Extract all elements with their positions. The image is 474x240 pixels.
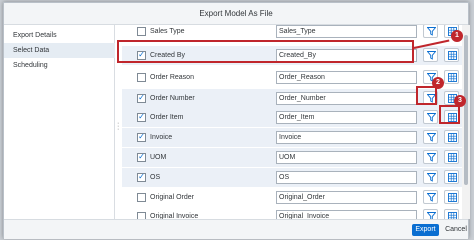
filter-button[interactable] bbox=[423, 170, 438, 184]
field-label: Original Order bbox=[150, 194, 194, 201]
field-row: ✓ Order Item Order_Item bbox=[122, 108, 462, 127]
filter-icon bbox=[427, 113, 436, 122]
filter-icon bbox=[427, 153, 436, 162]
field-label: Order Number bbox=[150, 95, 195, 102]
checkmark-icon: ✓ bbox=[138, 93, 145, 102]
field-label: UOM bbox=[150, 154, 167, 161]
table-view-button[interactable] bbox=[444, 130, 459, 144]
field-checkbox[interactable]: ✓ bbox=[137, 132, 146, 142]
field-label: Original Invoice bbox=[150, 213, 199, 219]
filter-icon bbox=[427, 212, 436, 219]
field-name-input[interactable]: Order_Item bbox=[276, 111, 417, 124]
field-row: ✓ OS OS bbox=[122, 168, 462, 187]
checkmark-icon: ✓ bbox=[138, 152, 145, 161]
vertical-scrollbar[interactable] bbox=[462, 25, 470, 219]
scroll-thumb[interactable] bbox=[464, 35, 468, 185]
table-view-button[interactable] bbox=[444, 170, 459, 184]
field-name-input[interactable]: Sales_Type bbox=[276, 25, 417, 38]
callout-badge-1: 1 bbox=[451, 30, 463, 42]
field-checkbox[interactable] bbox=[137, 73, 146, 82]
nav-item-select-data[interactable]: Select Data bbox=[4, 43, 115, 58]
field-checkbox[interactable] bbox=[137, 27, 146, 36]
filter-icon bbox=[427, 193, 436, 202]
filter-button[interactable] bbox=[423, 110, 438, 124]
splitter-grip-icon[interactable]: · · · bbox=[117, 120, 120, 133]
filter-button[interactable] bbox=[423, 150, 438, 164]
filter-icon bbox=[427, 133, 436, 142]
dialog-header: Export Model As File bbox=[4, 3, 468, 25]
table-view-button[interactable] bbox=[444, 70, 459, 84]
table-icon bbox=[448, 212, 457, 219]
callout-badge-3: 3 bbox=[454, 95, 466, 107]
cancel-button[interactable]: Cancel bbox=[444, 224, 468, 236]
table-view-button[interactable] bbox=[444, 150, 459, 164]
table-icon bbox=[448, 133, 457, 142]
field-row: ✓ Invoice Invoice bbox=[122, 128, 462, 147]
field-name-input[interactable]: Original_Order bbox=[276, 191, 417, 204]
filter-button[interactable] bbox=[423, 190, 438, 204]
field-name-input[interactable]: UOM bbox=[276, 151, 417, 164]
field-name-input[interactable]: Order_Number bbox=[276, 92, 417, 105]
field-label: Sales Type bbox=[150, 28, 185, 35]
table-icon bbox=[448, 73, 457, 82]
filter-icon bbox=[427, 173, 436, 182]
filter-icon bbox=[427, 51, 436, 60]
filter-button[interactable] bbox=[423, 25, 438, 38]
field-name-input[interactable]: Invoice bbox=[276, 131, 417, 144]
callout-box-created-by bbox=[117, 40, 414, 63]
dialog-title: Export Model As File bbox=[199, 9, 273, 18]
filter-button[interactable] bbox=[423, 48, 438, 62]
table-view-button[interactable] bbox=[444, 190, 459, 204]
field-row: ✓ Order Number Order_Number bbox=[122, 89, 462, 108]
field-label: Invoice bbox=[150, 134, 173, 141]
field-row: ✓ UOM UOM bbox=[122, 148, 462, 167]
field-row: Original Order Original_Order bbox=[122, 188, 462, 207]
field-row: Original Invoice Original_Invoice bbox=[122, 207, 462, 219]
field-checkbox[interactable] bbox=[137, 193, 146, 202]
checkmark-icon: ✓ bbox=[138, 132, 145, 141]
nav-item-scheduling[interactable]: Scheduling bbox=[4, 58, 115, 73]
field-name-input[interactable]: OS bbox=[276, 171, 417, 184]
field-row: Sales Type Sales_Type bbox=[122, 25, 462, 41]
callout-box-table bbox=[439, 105, 460, 124]
field-label: OS bbox=[150, 174, 161, 181]
field-label: Order Item bbox=[150, 114, 184, 121]
callout-box-filter bbox=[416, 86, 437, 105]
checkmark-icon: ✓ bbox=[138, 112, 145, 121]
field-checkbox[interactable] bbox=[137, 212, 146, 219]
table-icon bbox=[448, 51, 457, 60]
field-name-input[interactable]: Original_Invoice bbox=[276, 210, 417, 219]
field-checkbox[interactable]: ✓ bbox=[137, 112, 146, 122]
export-model-dialog: Export Model As File Export Details Sele… bbox=[3, 2, 470, 239]
filter-button[interactable] bbox=[423, 130, 438, 144]
table-icon bbox=[448, 193, 457, 202]
filter-button[interactable] bbox=[423, 209, 438, 219]
checkmark-icon: ✓ bbox=[138, 172, 145, 181]
field-label: Order Reason bbox=[150, 74, 194, 81]
export-button[interactable]: Export bbox=[412, 224, 439, 236]
field-checkbox[interactable]: ✓ bbox=[137, 172, 146, 182]
table-icon bbox=[448, 173, 457, 182]
field-name-input[interactable]: Order_Reason bbox=[276, 71, 417, 84]
callout-badge-2: 2 bbox=[432, 77, 444, 89]
field-row: Order Reason Order_Reason bbox=[122, 68, 462, 87]
table-icon bbox=[448, 153, 457, 162]
table-view-button[interactable] bbox=[444, 209, 459, 219]
field-checkbox[interactable]: ✓ bbox=[137, 93, 146, 103]
table-view-button[interactable] bbox=[444, 48, 459, 62]
filter-icon bbox=[427, 27, 436, 36]
nav-item-export-details[interactable]: Export Details bbox=[4, 28, 115, 43]
field-checkbox[interactable]: ✓ bbox=[137, 152, 146, 162]
dialog-footer: Export Cancel bbox=[4, 219, 468, 239]
wizard-nav: Export Details Select Data Scheduling bbox=[4, 25, 115, 219]
